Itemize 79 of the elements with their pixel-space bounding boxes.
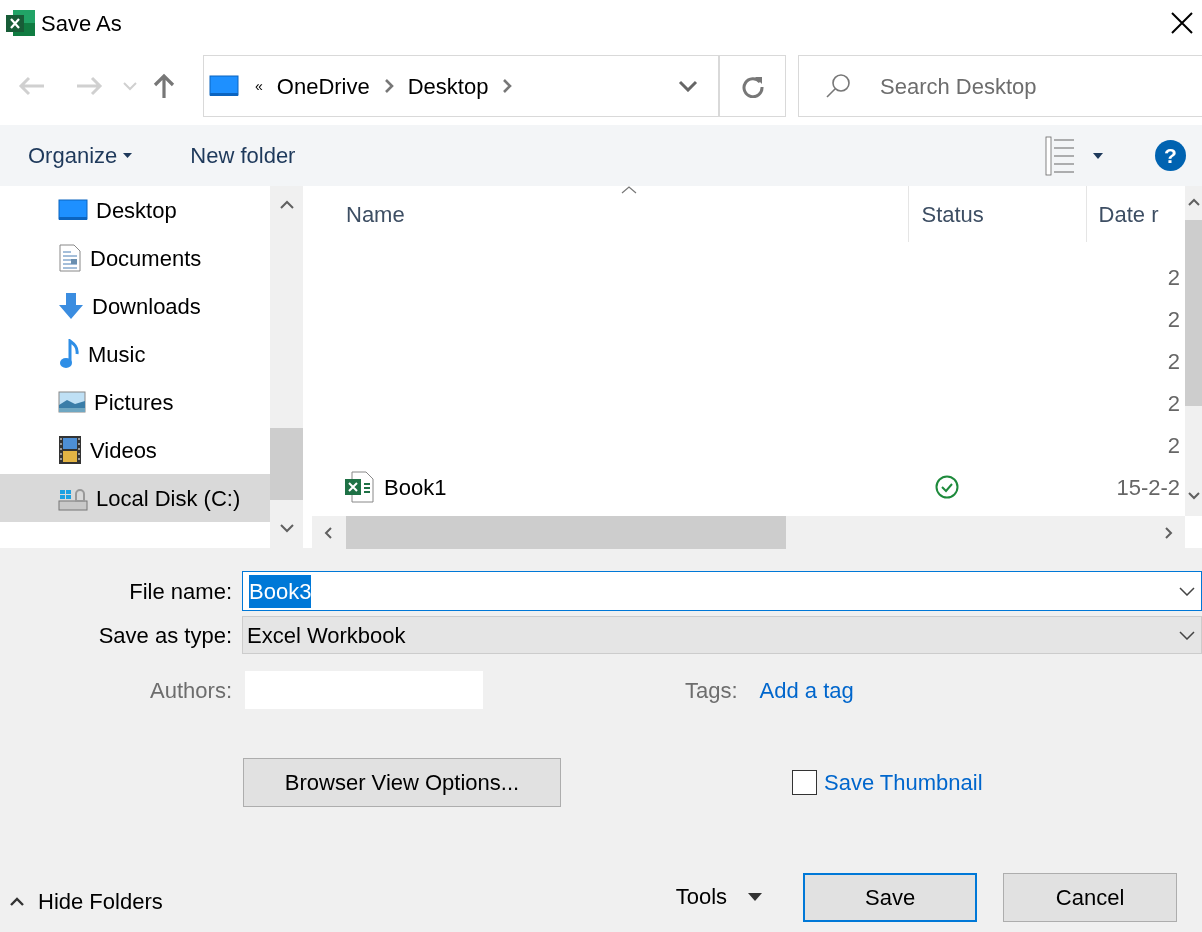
spreadsheet-app-icon bbox=[5, 8, 37, 38]
browser-view-options-button[interactable]: Browser View Options... bbox=[243, 758, 561, 807]
breadcrumb-segment[interactable]: OneDrive bbox=[276, 69, 370, 103]
scroll-left-icon bbox=[324, 526, 332, 539]
save-type-dropdown[interactable]: Excel Workbook bbox=[242, 616, 1202, 654]
dropdown-chevron-icon bbox=[1179, 586, 1195, 596]
sort-ascending-icon bbox=[621, 186, 637, 194]
scroll-up-icon bbox=[279, 200, 294, 209]
date-cell-text: 2 bbox=[1166, 305, 1180, 334]
film-strip-icon bbox=[58, 435, 82, 465]
vertical-scrollbar[interactable] bbox=[270, 186, 303, 548]
file-name[interactable]: Book1 bbox=[384, 470, 447, 504]
refresh-icon[interactable] bbox=[740, 74, 765, 98]
scroll-thumb[interactable] bbox=[270, 428, 303, 500]
caret-down-icon bbox=[123, 153, 133, 158]
search-field[interactable]: Search Desktop bbox=[798, 55, 1202, 117]
field-label: Save as type: bbox=[97, 621, 232, 650]
save-thumbnail-link[interactable]: Save Thumbnail bbox=[824, 766, 983, 799]
field-label: Tags: bbox=[685, 676, 738, 705]
date-cell-text: 2 bbox=[1166, 431, 1180, 460]
music-note-icon bbox=[58, 339, 80, 369]
column-header[interactable]: Name bbox=[308, 186, 910, 242]
recent-dropdown-icon[interactable] bbox=[123, 81, 137, 91]
caret-down-icon bbox=[748, 892, 763, 901]
column-header[interactable]: Date r bbox=[1086, 186, 1163, 242]
scroll-down-icon bbox=[1187, 492, 1200, 500]
scroll-right-icon bbox=[1165, 526, 1173, 539]
landscape-image-icon bbox=[58, 391, 86, 413]
field-label: File name: bbox=[128, 577, 232, 606]
dialog-button[interactable]: Cancel bbox=[1003, 873, 1178, 922]
close-icon[interactable] bbox=[1171, 12, 1193, 34]
sidebar-item[interactable]: Pictures bbox=[0, 378, 270, 426]
scroll-down-icon bbox=[279, 524, 294, 533]
hide-folders-button[interactable]: Hide Folders bbox=[10, 885, 163, 918]
dropdown-chevron-icon bbox=[1179, 630, 1195, 640]
help-button[interactable]: ? bbox=[1155, 140, 1186, 171]
dropdown-chevron-icon[interactable] bbox=[678, 80, 698, 92]
sidebar-item[interactable]: Documents bbox=[0, 234, 270, 282]
organize-menu[interactable]: Organize bbox=[28, 139, 133, 172]
overflow-chevron[interactable]: « bbox=[255, 75, 263, 97]
search-icon bbox=[825, 73, 851, 99]
breadcrumb-segment[interactable]: Desktop bbox=[407, 69, 489, 103]
horizontal-scrollbar[interactable] bbox=[312, 516, 1185, 549]
date-cell-text: 2 bbox=[1166, 263, 1180, 292]
up-arrow-icon[interactable] bbox=[153, 73, 175, 99]
chevron-right-icon[interactable] bbox=[502, 78, 513, 94]
column-header[interactable]: Status bbox=[909, 186, 1087, 242]
date-cell-text: 2 bbox=[1166, 347, 1180, 376]
tools-menu[interactable]: Tools bbox=[675, 880, 763, 913]
sidebar-item[interactable]: Local Disk (C:) bbox=[0, 474, 270, 522]
new-folder-button[interactable]: New folder bbox=[190, 139, 296, 172]
vertical-scrollbar[interactable] bbox=[1185, 186, 1202, 516]
scroll-thumb[interactable] bbox=[346, 516, 786, 549]
spreadsheet-file-icon bbox=[344, 471, 374, 503]
field-label: Authors: bbox=[149, 676, 232, 705]
sidebar-item[interactable]: Desktop bbox=[0, 186, 270, 234]
document-icon bbox=[58, 244, 82, 272]
caret-up-icon bbox=[10, 897, 24, 906]
sidebar-item[interactable]: Downloads bbox=[0, 282, 270, 330]
back-arrow-icon[interactable] bbox=[18, 75, 46, 97]
search-input[interactable]: Search Desktop bbox=[878, 68, 1202, 104]
monitor-icon bbox=[58, 199, 88, 221]
forward-arrow-icon[interactable] bbox=[75, 75, 103, 97]
date-cell-text: 2 bbox=[1166, 389, 1180, 418]
sidebar-item[interactable]: Videos bbox=[0, 426, 270, 474]
scroll-thumb[interactable] bbox=[1185, 220, 1202, 406]
sidebar-item[interactable]: Music bbox=[0, 330, 270, 378]
window-title: Save As bbox=[41, 9, 122, 38]
checkbox[interactable] bbox=[792, 770, 817, 795]
chevron-right-icon[interactable] bbox=[383, 78, 394, 94]
download-arrow-icon bbox=[58, 292, 84, 320]
file-name-field[interactable]: Book3 bbox=[242, 571, 1202, 611]
scroll-up-icon bbox=[1187, 198, 1200, 206]
details-view-icon[interactable] bbox=[1045, 135, 1075, 176]
date-cell-text: 15-2-2 bbox=[1115, 473, 1180, 502]
add-tag-link[interactable]: Add a tag bbox=[759, 673, 854, 707]
view-caret-icon[interactable] bbox=[1093, 152, 1103, 159]
dialog-button[interactable]: Save bbox=[803, 873, 978, 922]
monitor-icon bbox=[209, 75, 239, 97]
